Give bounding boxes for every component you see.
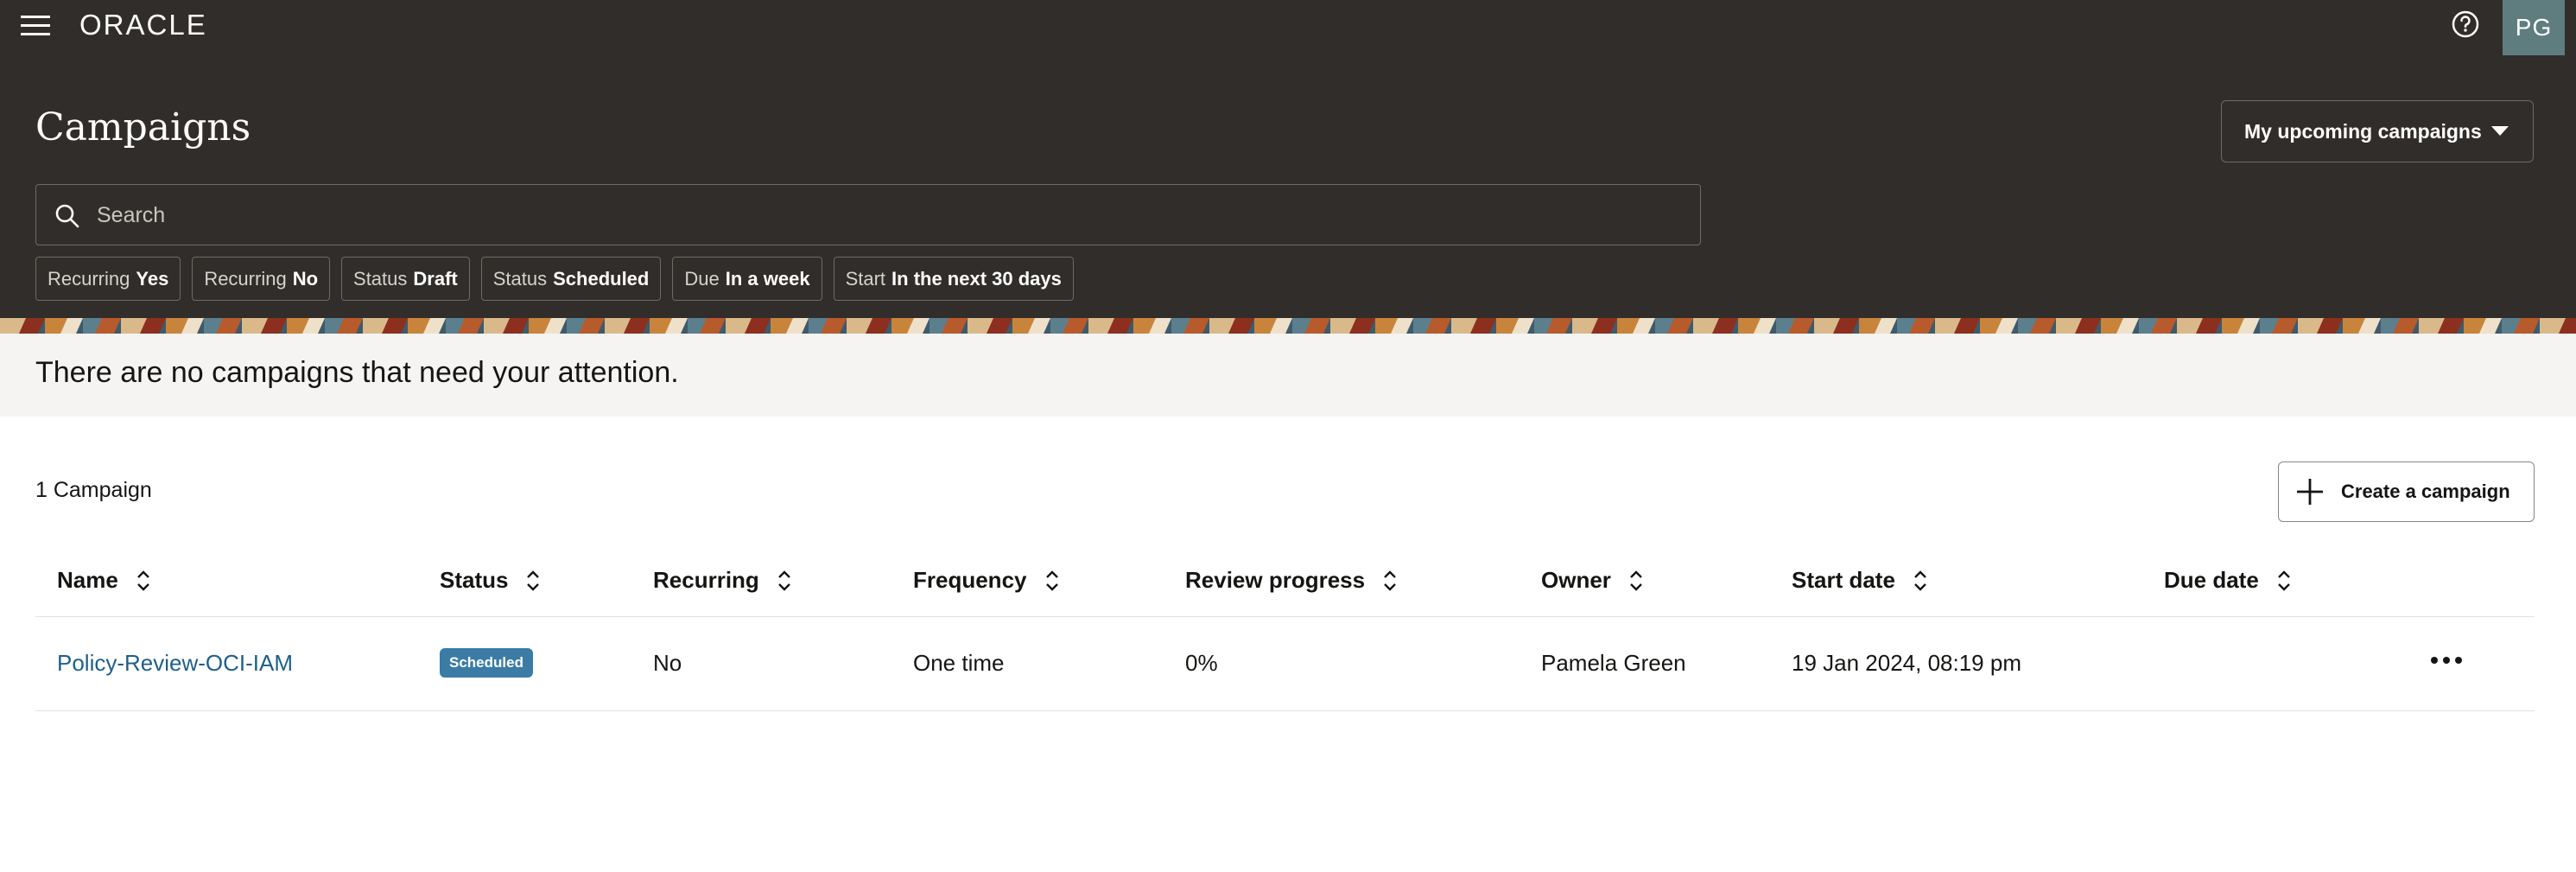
view-select-label: My upcoming campaigns: [2244, 119, 2482, 143]
sort-icon: [2277, 570, 2290, 591]
attention-banner: There are no campaigns that need your at…: [0, 334, 2576, 417]
campaigns-table: Name Status Recurring Frequency Review p…: [35, 553, 2535, 711]
sort-icon: [1045, 570, 1058, 591]
create-campaign-label: Create a campaign: [2341, 481, 2510, 502]
filter-chip-key: Start: [845, 267, 886, 290]
column-header-recurring[interactable]: Recurring: [653, 567, 794, 594]
view-select-dropdown[interactable]: My upcoming campaigns: [2221, 100, 2534, 162]
filter-chip-status-draft[interactable]: Status Draft: [341, 257, 470, 301]
sort-icon: [136, 570, 149, 591]
decorative-pattern-stripe: [0, 318, 2576, 334]
sort-icon: [1630, 570, 1642, 591]
filter-chip-value: No: [292, 267, 319, 290]
filter-chip-recurring-yes[interactable]: Recurring Yes: [35, 257, 181, 301]
filter-chip-key: Recurring: [204, 267, 287, 290]
page-title: Campaigns: [35, 105, 251, 150]
sort-icon: [1384, 570, 1396, 591]
column-header-label: Owner: [1541, 567, 1611, 593]
column-header-label: Status: [440, 567, 509, 593]
more-horizontal-icon[interactable]: [2428, 650, 2465, 671]
campaign-name-link[interactable]: Policy-Review-OCI-IAM: [57, 650, 293, 677]
review-progress-cell: 0%: [1185, 650, 1218, 676]
sort-icon: [527, 570, 540, 591]
filter-chip-due-week[interactable]: Due In a week: [672, 257, 822, 301]
column-header-name[interactable]: Name: [57, 567, 153, 594]
help-circle-icon[interactable]: [2450, 9, 2481, 40]
filter-chip-status-scheduled[interactable]: Status Scheduled: [480, 257, 662, 301]
filter-chip-start-30-days[interactable]: Start In the next 30 days: [833, 257, 1074, 301]
recurring-cell: No: [653, 650, 682, 676]
column-header-review-progress[interactable]: Review progress: [1185, 567, 1399, 594]
column-header-status[interactable]: Status: [440, 567, 542, 594]
hamburger-menu-icon[interactable]: [19, 12, 54, 40]
sort-icon: [1914, 570, 1926, 591]
avatar-initials: PG: [2515, 14, 2553, 41]
filter-chip-value: Yes: [136, 267, 169, 290]
filter-chip-key: Status: [353, 267, 408, 290]
filter-chip-key: Recurring: [48, 267, 130, 290]
create-campaign-button[interactable]: Create a campaign: [2278, 461, 2535, 522]
attention-message: There are no campaigns that need your at…: [35, 356, 679, 389]
filter-chip-value: In the next 30 days: [891, 267, 1062, 290]
status-cell: Scheduled: [440, 646, 533, 678]
column-header-frequency[interactable]: Frequency: [913, 567, 1062, 594]
start-date-cell: 19 Jan 2024, 08:19 pm: [1792, 650, 2021, 676]
filter-chip-value: In a week: [725, 267, 810, 290]
search-box[interactable]: [35, 184, 1701, 245]
svg-text:ORACLE: ORACLE: [79, 9, 207, 41]
app-header: ORACLE PG Campaigns My upcoming campaign…: [0, 0, 2576, 318]
plus-icon: [2297, 479, 2323, 505]
filter-chip-value: Scheduled: [553, 267, 650, 290]
column-header-label: Frequency: [913, 567, 1027, 593]
column-header-owner[interactable]: Owner: [1541, 567, 1646, 594]
campaign-count: 1 Campaign: [35, 478, 152, 502]
filter-chip-key: Status: [492, 267, 548, 290]
search-icon: [55, 204, 79, 228]
search-input[interactable]: [97, 194, 1678, 237]
column-header-label: Recurring: [653, 567, 759, 593]
owner-cell: Pamela Green: [1541, 650, 1686, 676]
status-badge: Scheduled: [440, 648, 533, 678]
column-header-due-date[interactable]: Due date: [2164, 567, 2294, 594]
column-header-label: Review progress: [1185, 567, 1366, 593]
frequency-cell: One time: [913, 650, 1005, 676]
filter-chips: Recurring Yes Recurring No Status Draft …: [35, 257, 1074, 301]
filter-chip-value: Draft: [413, 267, 458, 290]
table-row: Policy-Review-OCI-IAM Scheduled No One t…: [35, 617, 2535, 711]
column-header-start-date[interactable]: Start date: [1792, 567, 1930, 594]
sort-icon: [777, 570, 790, 591]
caret-down-icon: [2491, 126, 2509, 136]
oracle-logo[interactable]: ORACLE: [79, 9, 270, 41]
column-header-label: Due date: [2164, 567, 2259, 593]
filter-chip-recurring-no[interactable]: Recurring No: [192, 257, 331, 301]
column-header-label: Name: [57, 567, 118, 593]
avatar[interactable]: PG: [2503, 0, 2565, 55]
column-header-label: Start date: [1792, 567, 1895, 593]
filter-chip-key: Due: [684, 267, 720, 290]
table-header-row: Name Status Recurring Frequency Review p…: [35, 553, 2535, 617]
